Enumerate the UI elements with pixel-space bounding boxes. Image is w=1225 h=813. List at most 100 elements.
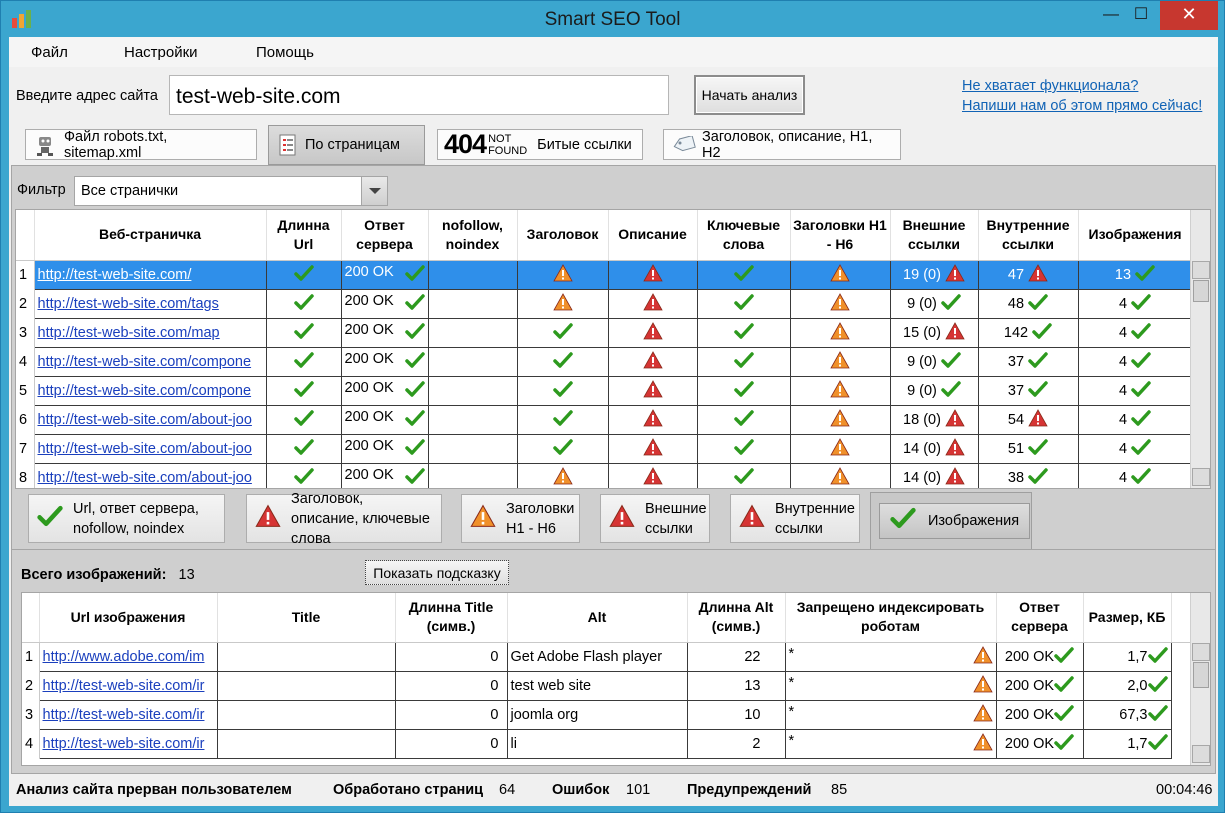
col-header-image-title[interactable]: Title <box>217 593 396 643</box>
page-url-link[interactable]: http://test-web-site.com/compone <box>38 354 252 370</box>
page-url-link[interactable]: http://test-web-site.com/compone <box>38 383 252 399</box>
table-row[interactable]: 4 http://test-web-site.com/ir 0 li 2 * 200 OK 1… <box>22 728 1192 759</box>
help-link-missing-features[interactable]: Не хватает функционала? <box>962 78 1138 94</box>
col-header-external-links[interactable]: Внешние ссылки <box>890 210 979 261</box>
col-header-nofollow[interactable]: nofollow, noindex <box>428 210 518 261</box>
col-header-images[interactable]: Изображения <box>1078 210 1193 261</box>
page-url-cell[interactable]: http://test-web-site.com/compone <box>33 346 267 377</box>
menu-file[interactable]: Файл <box>31 44 68 61</box>
col-header-description[interactable]: Описание <box>608 210 698 261</box>
scroll-down-icon[interactable] <box>1192 745 1210 763</box>
col-header-url-length[interactable]: Длинна Url <box>266 210 342 261</box>
image-response-cell: 200 OK <box>995 728 1084 759</box>
page-url-link[interactable]: http://test-web-site.com/about-joo <box>38 441 252 457</box>
table-row[interactable]: 2 http://test-web-site.com/tags 200 OK 9 (0… <box>16 288 1193 319</box>
internal-links-cell: 38 <box>977 462 1079 488</box>
warning-icon <box>470 504 496 534</box>
category-headings[interactable]: Заголовки H1 - H6 <box>461 494 580 543</box>
images-cell: 4 <box>1077 346 1193 377</box>
table-row[interactable]: 3 http://test-web-site.com/ir 0 joomla org 1… <box>22 699 1192 730</box>
page-url-link[interactable]: http://test-web-site.com/about-joo <box>38 412 252 428</box>
address-input[interactable]: test-web-site.com <box>169 75 669 115</box>
robots-cell: * <box>784 641 997 672</box>
menu-help[interactable]: Помощь <box>256 44 314 61</box>
page-url-cell[interactable]: http://test-web-site.com/tags <box>33 288 267 319</box>
scroll-thumb[interactable] <box>1193 662 1209 688</box>
page-url-link[interactable]: http://test-web-site.com/ <box>38 267 192 283</box>
scroll-down-icon[interactable] <box>1192 468 1210 486</box>
table-row[interactable]: 2 http://test-web-site.com/ir 0 test web si… <box>22 670 1192 701</box>
col-header-image-url[interactable]: Url изображения <box>39 593 218 643</box>
internal-links-cell: 37 <box>977 375 1079 406</box>
category-url-response[interactable]: Url, ответ сервера, nofollow, noindex <box>28 494 225 543</box>
col-header-page[interactable]: Веб-страничка <box>34 210 267 261</box>
tab-broken-links[interactable]: 404 NOT FOUND Битые ссылки <box>437 129 643 160</box>
category-title-description[interactable]: Заголовок, описание, ключевые слова <box>246 491 442 547</box>
row-number: 2 <box>16 289 35 318</box>
col-header-title[interactable]: Заголовок <box>517 210 609 261</box>
help-link-write-us[interactable]: Напиши нам об этом прямо сейчас! <box>962 98 1202 114</box>
category-internal-links[interactable]: Внутренние ссылки <box>730 494 860 543</box>
col-header-image-size[interactable]: Размер, КБ <box>1083 593 1172 643</box>
col-header-internal-links[interactable]: Внутренние ссылки <box>978 210 1079 261</box>
image-url-link[interactable]: http://test-web-site.com/ir <box>43 707 205 723</box>
table-row[interactable]: 1 http://www.adobe.com/im 0 Get Adobe Flash… <box>22 641 1192 672</box>
tab-robots-sitemap[interactable]: Файл robots.txt, sitemap.xml <box>25 129 257 161</box>
chevron-down-icon[interactable] <box>361 177 387 205</box>
tab-title-description[interactable]: Заголовок, описание, H1, H2 <box>663 129 901 161</box>
external-links-cell: 9 (0) <box>889 346 979 377</box>
scroll-thumb[interactable] <box>1193 280 1209 302</box>
col-header-server-response[interactable]: Ответ сервера <box>341 210 429 261</box>
table-row[interactable]: 3 http://test-web-site.com/map 200 OK 15 (0… <box>16 317 1193 348</box>
start-analysis-button[interactable]: Начать анализ <box>694 75 805 115</box>
pages-scrollbar[interactable] <box>1190 210 1210 488</box>
page-url-cell[interactable]: http://test-web-site.com/about-joo <box>33 433 267 464</box>
image-url-cell[interactable]: http://www.adobe.com/im <box>38 641 218 672</box>
table-row[interactable]: 7 http://test-web-site.com/about-joo 200 O… <box>16 433 1193 464</box>
check-icon <box>1131 293 1151 315</box>
col-header-alt[interactable]: Alt <box>507 593 688 643</box>
image-url-link[interactable]: http://www.adobe.com/im <box>43 649 205 665</box>
col-header-image-response[interactable]: Ответ сервера <box>996 593 1084 643</box>
category-images[interactable]: Изображения <box>870 492 1032 550</box>
page-url-cell[interactable]: http://test-web-site.com/about-joo <box>33 462 267 488</box>
image-url-link[interactable]: http://test-web-site.com/ir <box>43 678 205 694</box>
page-url-cell[interactable]: http://test-web-site.com/about-joo <box>33 404 267 435</box>
headings-cell <box>789 404 891 435</box>
table-row[interactable]: 4 http://test-web-site.com/compone 200 OK 9… <box>16 346 1193 377</box>
filter-dropdown[interactable]: Все странички <box>74 176 388 206</box>
page-url-link[interactable]: http://test-web-site.com/map <box>38 325 220 341</box>
col-header-robots[interactable]: Запрещено индексировать роботам <box>785 593 997 643</box>
table-row[interactable]: 8 http://test-web-site.com/about-joo 200 O… <box>16 462 1193 488</box>
menu-settings[interactable]: Настройки <box>124 44 198 61</box>
category-external-links[interactable]: Внешние ссылки <box>600 494 710 543</box>
description-cell <box>607 288 698 319</box>
image-url-cell[interactable]: http://test-web-site.com/ir <box>38 728 218 759</box>
table-row[interactable]: 1 http://test-web-site.com/200 OK 19 (0) 4… <box>16 259 1193 290</box>
warning-icon <box>830 408 850 431</box>
col-header-alt-length[interactable]: Длинна Alt (симв.) <box>687 593 786 643</box>
page-url-cell[interactable]: http://test-web-site.com/compone <box>33 375 267 406</box>
close-button[interactable]: ✕ <box>1160 1 1218 30</box>
page-url-link[interactable]: http://test-web-site.com/tags <box>38 296 219 312</box>
maximize-button[interactable]: ☐ <box>1118 1 1164 30</box>
page-url-cell[interactable]: http://test-web-site.com/map <box>33 317 267 348</box>
category-label: Url, ответ сервера, nofollow, noindex <box>73 500 199 537</box>
image-url-cell[interactable]: http://test-web-site.com/ir <box>38 699 218 730</box>
show-hint-button[interactable]: Показать подсказку <box>365 560 509 585</box>
image-url-cell[interactable]: http://test-web-site.com/ir <box>38 670 218 701</box>
page-url-link[interactable]: http://test-web-site.com/about-joo <box>38 470 252 486</box>
page-url-cell[interactable]: http://test-web-site.com/ <box>33 259 267 290</box>
images-scrollbar[interactable] <box>1190 593 1210 765</box>
table-row[interactable]: 6 http://test-web-site.com/about-joo 200 O… <box>16 404 1193 435</box>
col-header-keywords[interactable]: Ключевые слова <box>697 210 791 261</box>
processed-label: Обработано страниц <box>333 782 484 798</box>
col-header-title-length[interactable]: Длинна Title (симв.) <box>395 593 508 643</box>
table-row[interactable]: 5 http://test-web-site.com/compone 200 OK 9… <box>16 375 1193 406</box>
scroll-up-icon[interactable] <box>1192 643 1210 661</box>
col-header-headings[interactable]: Заголовки H1 - H6 <box>790 210 891 261</box>
scroll-up-icon[interactable] <box>1192 261 1210 279</box>
filter-value: Все странички <box>81 183 179 199</box>
tab-pages[interactable]: По страницам <box>268 125 425 165</box>
image-url-link[interactable]: http://test-web-site.com/ir <box>43 736 205 752</box>
